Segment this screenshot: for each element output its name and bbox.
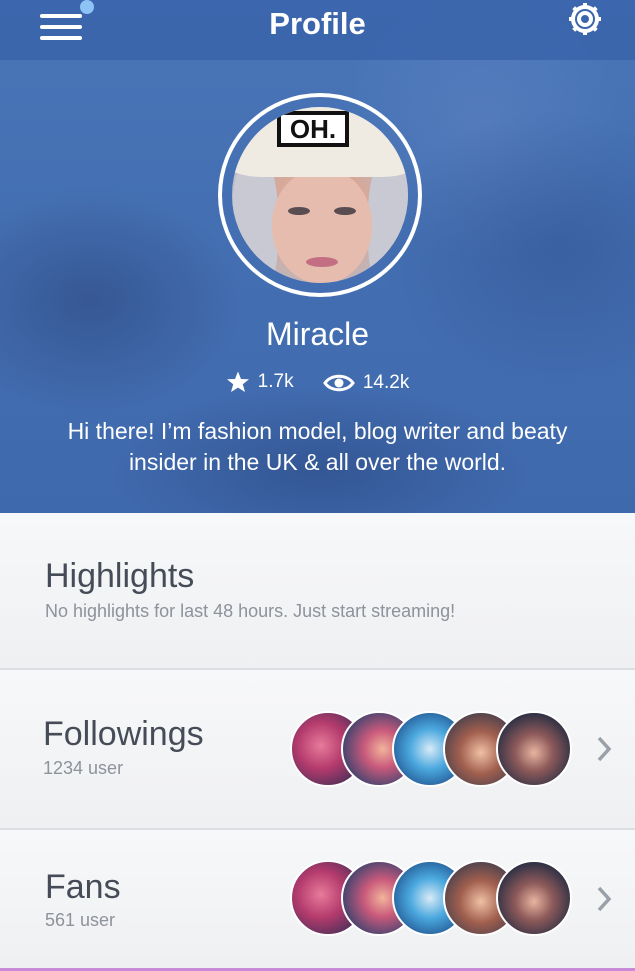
profile-avatar-ring[interactable]: OH. [218,93,422,297]
followings-section[interactable]: Followings 1234 user [0,670,635,830]
highlights-section[interactable]: Highlights No highlights for last 48 hou… [0,513,635,670]
chevron-right-icon[interactable] [594,734,614,764]
fans-count: 561 user [45,910,116,930]
highlights-subtitle: No highlights for last 48 hours. Just st… [45,601,456,621]
beanie-logo: OH. [277,111,349,147]
chevron-right-icon[interactable] [594,884,614,914]
following-avatar-5[interactable] [496,711,572,787]
profile-name: Miracle [265,316,370,352]
stars-count: 1.7k [257,371,294,392]
fans-avatars[interactable] [290,860,580,936]
highlights-title: Highlights [45,557,195,595]
views-stat: 14.2k [323,372,409,394]
fans-title: Fans [45,868,121,906]
profile-stats: 1.7k 14.2k [0,370,635,400]
stars-stat: 1.7k [226,370,294,394]
followings-count: 1234 user [43,758,124,778]
fans-section[interactable]: Fans 561 user [0,830,635,971]
avatar: OH. [232,107,408,283]
views-count: 14.2k [362,372,410,393]
profile-hero: Profile OH. Miracle 1.7k 14.2k Hi there!… [0,0,635,513]
page-title: Profile [269,6,366,41]
gear-icon[interactable] [566,0,604,38]
top-bar: Profile [0,0,635,60]
followings-avatars[interactable] [290,711,580,787]
eye-icon [323,374,355,392]
profile-bio: Hi there! I’m fashion model, blog writer… [67,418,568,475]
star-icon [226,371,249,392]
followings-title: Followings [43,715,204,753]
fan-avatar-5[interactable] [496,860,572,936]
